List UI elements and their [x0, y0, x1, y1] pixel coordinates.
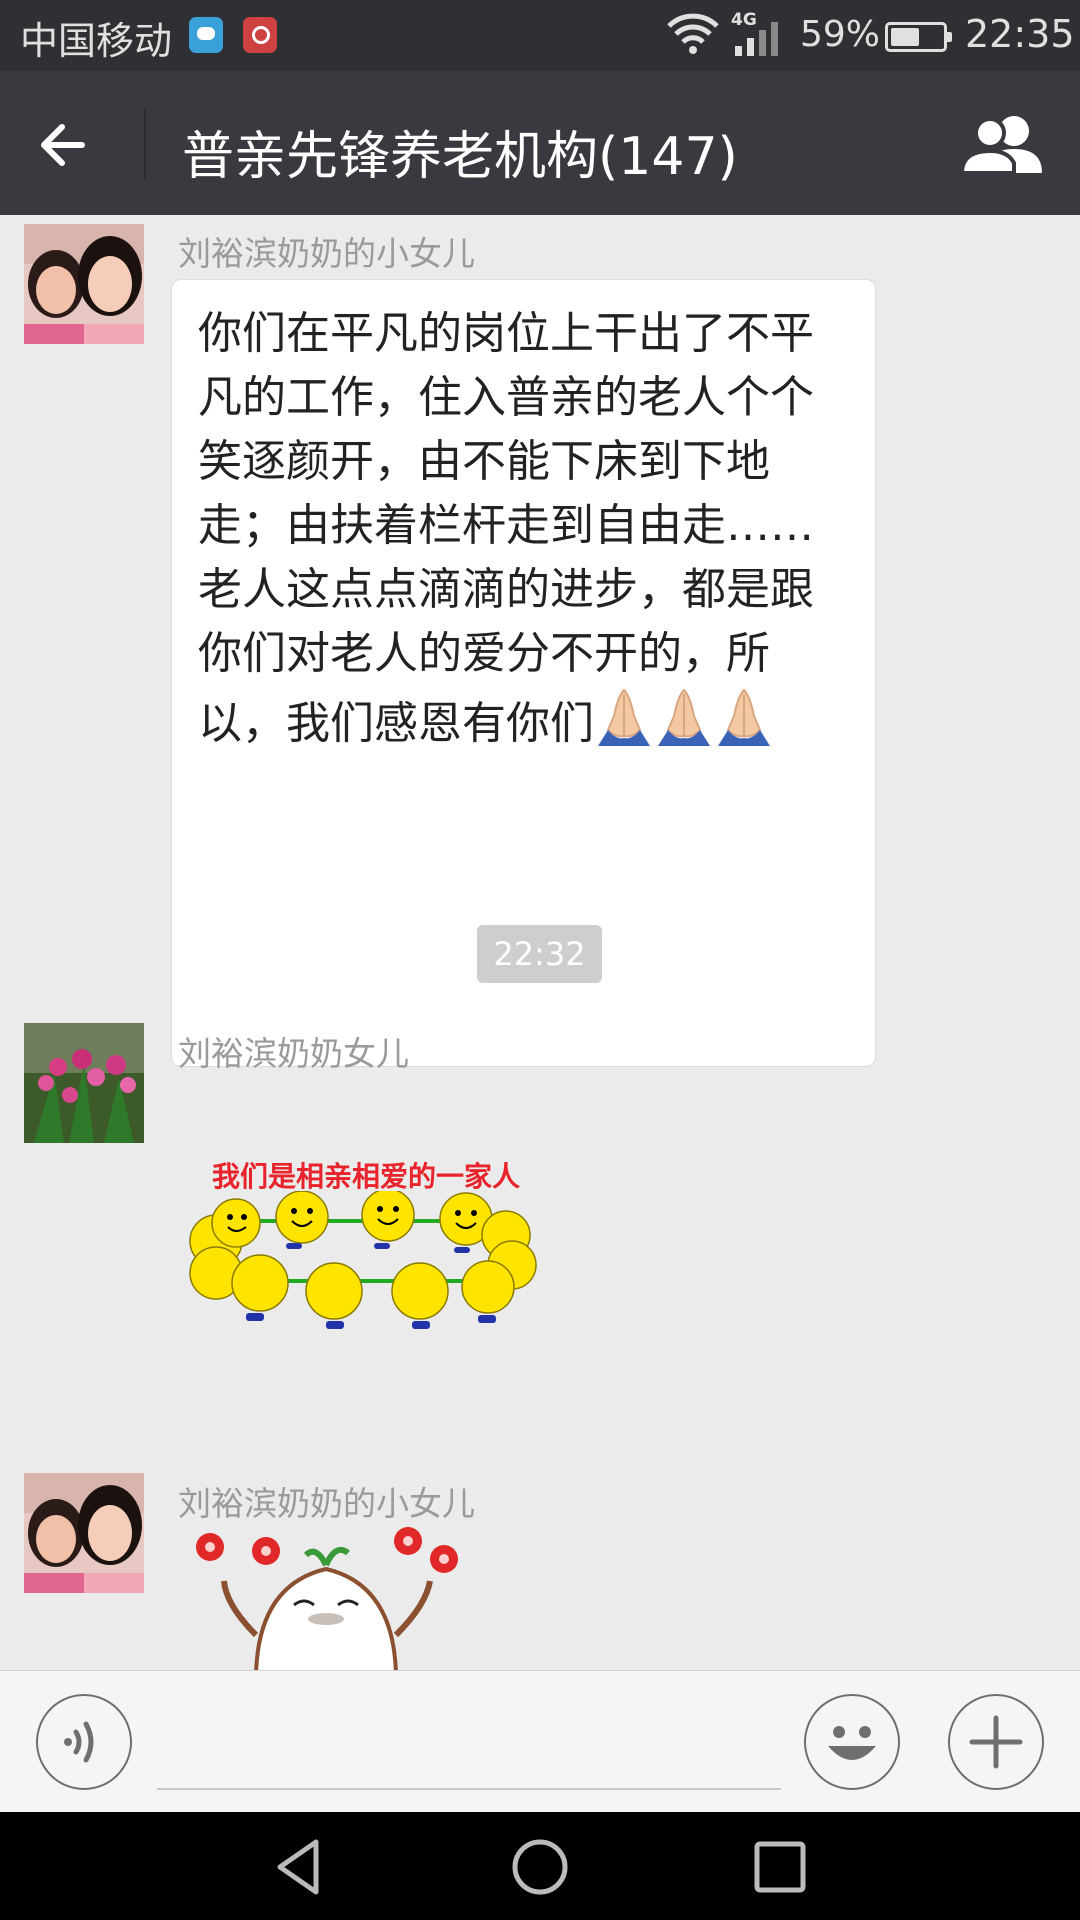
smiley-icon: [828, 1726, 876, 1760]
avatar-photo: [24, 224, 144, 344]
message-list[interactable]: 刘裕滨奶奶的小女儿 你们在平凡的岗位上干出了不平凡的工作，住入普亲的老人个个笑逐…: [0, 215, 1080, 1670]
sender-name: 刘裕滨奶奶的小女儿: [178, 234, 475, 273]
nav-home-button[interactable]: [505, 1834, 575, 1900]
input-underline: [157, 1788, 781, 1790]
message-timestamp: 22:32: [477, 925, 602, 983]
sender-name: 刘裕滨奶奶的小女儿: [178, 1484, 475, 1523]
title-divider: [144, 109, 146, 179]
group-members-icon: [959, 116, 1042, 175]
radish-cheer-sticker: [196, 1527, 458, 1670]
avatar-photo: [24, 1023, 144, 1143]
sticker-message[interactable]: 我们是相亲相爱的一家人: [176, 1155, 556, 1355]
avatar[interactable]: [24, 1473, 144, 1593]
group-members-button[interactable]: [959, 111, 1050, 181]
battery-icon: [885, 22, 952, 52]
system-nav-bar: [0, 1812, 1080, 1920]
status-bar: 中国移动 4G 59% 22:35: [0, 0, 1080, 71]
arrow-left-icon: [41, 124, 85, 166]
carrier-name: 中国移动: [20, 19, 173, 63]
sender-name: 刘裕滨奶奶女儿: [178, 1034, 409, 1073]
chat-title: 普亲先锋养老机构(147): [182, 127, 738, 187]
nav-back-icon: [277, 1839, 319, 1895]
status-time: 22:35: [965, 12, 1075, 56]
sticker-caption: 我们是相亲相爱的一家人: [212, 1160, 521, 1193]
avatar[interactable]: [24, 1023, 144, 1143]
nav-recents-icon: [754, 1841, 806, 1893]
chat-input-bar: [0, 1670, 1080, 1812]
wifi-icon: [667, 13, 719, 54]
message-text-content: 你们在平凡的岗位上干出了不平凡的工作，住入普亲的老人个个笑逐颜开，由不能下床到下…: [198, 308, 814, 749]
notification-app-icon: [243, 17, 277, 53]
nav-recents-button[interactable]: [745, 1834, 815, 1900]
avatar[interactable]: [24, 224, 144, 344]
signal-icon: [735, 22, 778, 56]
folded-hands-icon: [718, 688, 770, 746]
title-bar: 普亲先锋养老机构(147): [0, 71, 1080, 215]
message-input[interactable]: [157, 1701, 781, 1781]
more-options-button[interactable]: [948, 1694, 1044, 1790]
emoji-button[interactable]: [804, 1694, 900, 1790]
sticker-message[interactable]: [186, 1525, 476, 1670]
plus-icon: [969, 1715, 1023, 1769]
message-text: 你们在平凡的岗位上干出了不平凡的工作，住入普亲的老人个个笑逐颜开，由不能下床到下…: [198, 302, 848, 756]
avatar-photo: [24, 1473, 144, 1593]
voice-icon: [64, 1721, 94, 1763]
message-app-icon: [189, 17, 223, 53]
voice-button[interactable]: [36, 1694, 132, 1790]
back-button[interactable]: [34, 109, 114, 179]
battery-percent: 59%: [800, 14, 881, 55]
smiley-circle-sticker: [189, 1191, 537, 1329]
folded-hands-icon: [658, 688, 710, 746]
folded-hands-icon: [598, 688, 650, 746]
nav-back-button[interactable]: [264, 1834, 334, 1900]
nav-home-icon: [512, 1839, 568, 1895]
